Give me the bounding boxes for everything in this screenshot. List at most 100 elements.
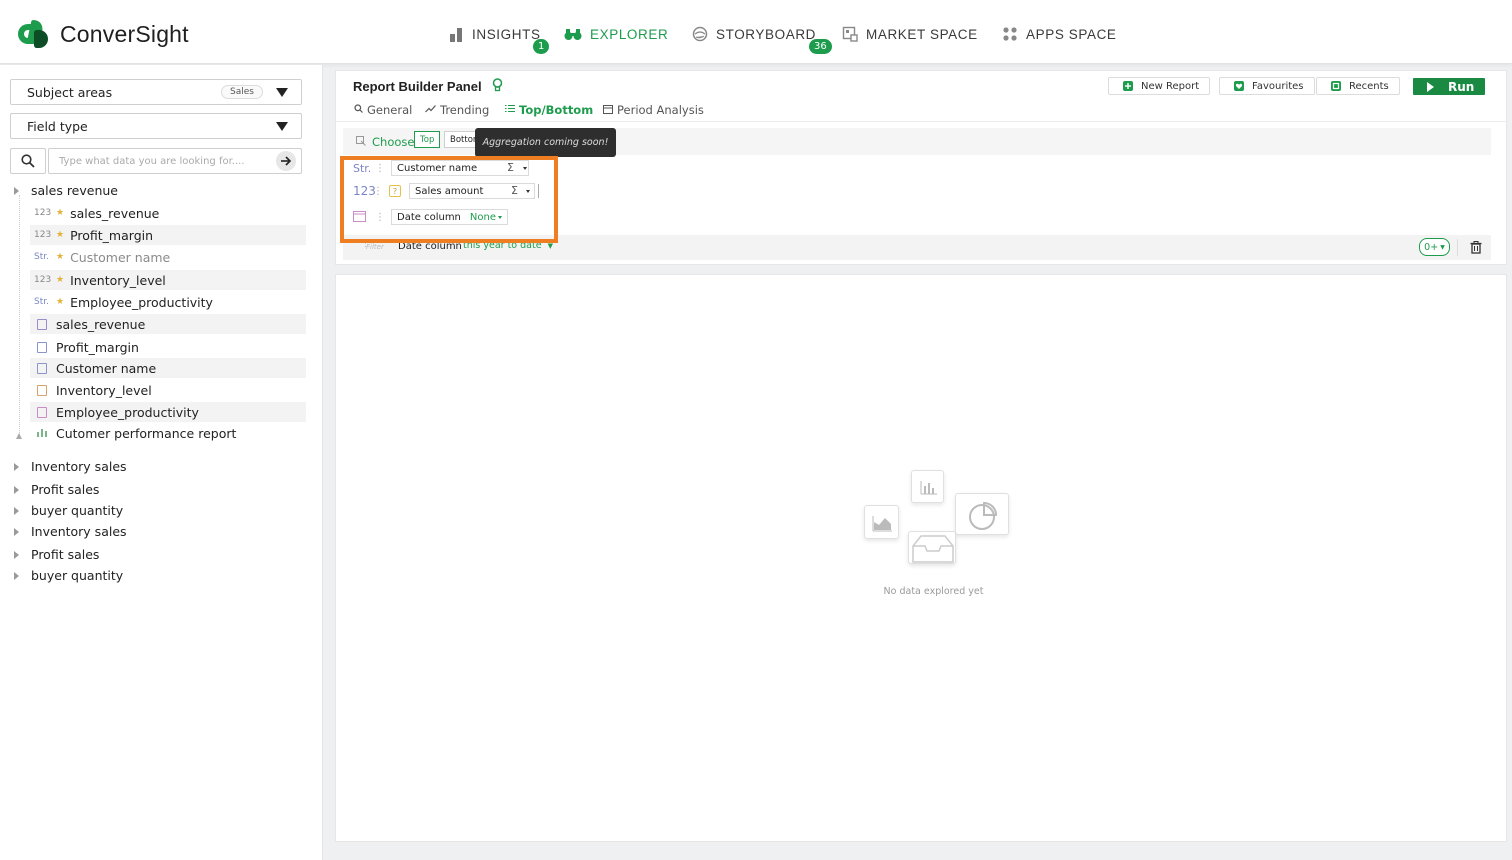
tree-node[interactable]: Inventory sales <box>14 524 127 539</box>
question-icon[interactable]: ? <box>389 185 401 197</box>
nav-insights[interactable]: INSIGHTS <box>448 26 541 42</box>
inbox-tray-icon <box>908 531 956 564</box>
tab-general[interactable]: General <box>354 103 412 117</box>
sigma-icon[interactable]: Σ <box>511 184 518 197</box>
favourites-button[interactable]: Favourites <box>1219 77 1315 95</box>
star-icon[interactable]: ★ <box>56 208 64 218</box>
tabs-divider <box>336 121 1508 122</box>
string-type-icon: Str. <box>34 252 49 262</box>
field-select[interactable]: Customer name Σ <box>391 160 529 176</box>
tree-field-item[interactable]: Str. ★ Customer name <box>30 247 306 267</box>
star-icon[interactable]: ★ <box>56 275 64 285</box>
tab-trending[interactable]: Trending <box>425 103 489 117</box>
nav-explorer-label: EXPLORER <box>590 26 669 42</box>
conversight-logo[interactable]: ConverSight <box>18 18 189 50</box>
tab-top-bottom-label: Top/Bottom <box>519 103 594 117</box>
new-report-button[interactable]: New Report <box>1108 77 1211 95</box>
date-grain-select[interactable]: None <box>470 212 496 223</box>
trash-icon[interactable] <box>1467 239 1485 257</box>
results-area: No data explored yet <box>335 274 1507 842</box>
field-select[interactable]: Sales amount Σ <box>409 183 535 199</box>
play-icon <box>1427 81 1434 92</box>
nav-market-space-label: MARKET SPACE <box>866 26 978 42</box>
calendar-type-icon <box>353 210 375 225</box>
new-report-label: New Report <box>1141 80 1200 92</box>
star-icon[interactable]: ★ <box>56 230 64 240</box>
drag-handle-icon[interactable]: ⋮ <box>373 186 383 197</box>
tree-node[interactable]: buyer quantity <box>14 568 123 583</box>
tree-field-item[interactable]: 123 ★ Profit_margin <box>30 225 306 245</box>
field-row-sales-amount[interactable]: 123 ⋮ ? Sales amount Σ <box>353 183 539 199</box>
aggregation-tooltip: Aggregation coming soon! <box>475 128 616 157</box>
tree-report-label: Customer name <box>56 360 157 376</box>
panel-title-text: Report Builder Panel <box>353 79 482 94</box>
tree-node[interactable]: Profit sales <box>14 482 99 497</box>
tree-node-label: buyer quantity <box>31 503 124 518</box>
nav-market-space[interactable]: MARKET SPACE <box>842 26 978 42</box>
list-icon <box>505 104 515 116</box>
choose-control[interactable]: Choose <box>356 135 414 149</box>
caret-right-icon <box>14 571 19 580</box>
search-input[interactable] <box>48 148 302 174</box>
recents-icon <box>1331 81 1341 91</box>
tree-field-label: Employee_productivity <box>70 294 213 310</box>
lightbulb-icon[interactable] <box>492 78 503 95</box>
filter-label: Filter <box>366 243 384 251</box>
tree-node-label: Inventory sales <box>31 524 127 539</box>
tree-field-item[interactable]: Str. ★ Employee_productivity <box>30 292 306 312</box>
tree-field-item[interactable]: 123 ★ sales_revenue <box>30 203 306 223</box>
area-chart-icon <box>864 505 899 539</box>
star-icon[interactable]: ★ <box>56 252 64 262</box>
tree-guide-line <box>19 195 20 435</box>
field-select[interactable]: Date column None <box>391 209 508 225</box>
tree-report-item[interactable]: Customer name <box>30 358 306 378</box>
caret-right-icon <box>14 462 19 471</box>
drag-handle-icon[interactable]: ⋮ <box>375 163 385 174</box>
top-navigation-bar: ConverSight INSIGHTS 1 EXPLORER STORYBOA… <box>0 0 1512 64</box>
field-type-select[interactable]: Field type <box>10 113 302 139</box>
report-icon <box>37 384 47 396</box>
run-button[interactable]: Run <box>1413 78 1485 95</box>
tab-period-analysis[interactable]: Period Analysis <box>603 103 704 117</box>
field-name: Sales amount <box>415 185 484 197</box>
tree-report-label: sales_revenue <box>56 316 146 332</box>
tree-node[interactable]: buyer quantity <box>14 503 123 518</box>
tree-report-item[interactable]: Profit_margin <box>30 337 306 357</box>
subject-area-chip[interactable]: Sales <box>221 85 263 99</box>
field-search <box>10 148 302 174</box>
text-cursor <box>538 184 539 198</box>
tree-report-item[interactable]: Cutomer performance report <box>30 423 306 443</box>
sigma-icon[interactable]: Σ <box>507 161 514 174</box>
field-row-date-column[interactable]: ⋮ Date column None <box>353 209 508 225</box>
nav-storyboard-label: STORYBOARD <box>716 26 817 42</box>
bar-chart-icon <box>448 26 464 42</box>
tree-report-item[interactable]: Inventory_level <box>30 380 306 400</box>
tree-field-item[interactable]: 123 ★ Inventory_level <box>30 270 306 290</box>
tree-node-sales-revenue[interactable]: sales revenue <box>14 183 118 198</box>
recents-button[interactable]: Recents <box>1316 77 1400 95</box>
tab-top-bottom[interactable]: Top/Bottom <box>505 103 593 117</box>
star-icon[interactable]: ★ <box>56 297 64 307</box>
tree-field-label: Inventory_level <box>70 272 166 288</box>
tree-report-item[interactable]: Employee_productivity <box>30 402 306 422</box>
tree-report-item[interactable]: sales_revenue <box>30 314 306 334</box>
search-icon[interactable] <box>10 148 46 174</box>
tree-node-label: buyer quantity <box>31 568 124 583</box>
arrow-right-icon[interactable] <box>276 151 296 171</box>
caret-down-icon <box>498 216 502 219</box>
nav-storyboard[interactable]: STORYBOARD <box>692 26 816 42</box>
caret-up-icon[interactable] <box>16 433 22 439</box>
chevron-down-icon <box>276 122 288 131</box>
recents-label: Recents <box>1349 80 1389 92</box>
field-row-customer-name[interactable]: Str. ⋮ Customer name Σ <box>353 160 529 176</box>
top-option[interactable]: Top <box>414 131 441 148</box>
nav-apps-space[interactable]: APPS SPACE <box>1002 26 1117 42</box>
subject-areas-select[interactable]: Subject areas Sales <box>10 79 302 105</box>
caret-right-icon <box>14 186 19 195</box>
tree-node[interactable]: Inventory sales <box>14 459 127 474</box>
filter-count-button[interactable]: 0+ ▼ <box>1419 238 1450 256</box>
tree-field-label: sales_revenue <box>70 205 160 221</box>
nav-explorer[interactable]: EXPLORER <box>564 26 668 42</box>
drag-handle-icon[interactable]: ⋮ <box>375 212 385 223</box>
tree-node[interactable]: Profit sales <box>14 547 99 562</box>
